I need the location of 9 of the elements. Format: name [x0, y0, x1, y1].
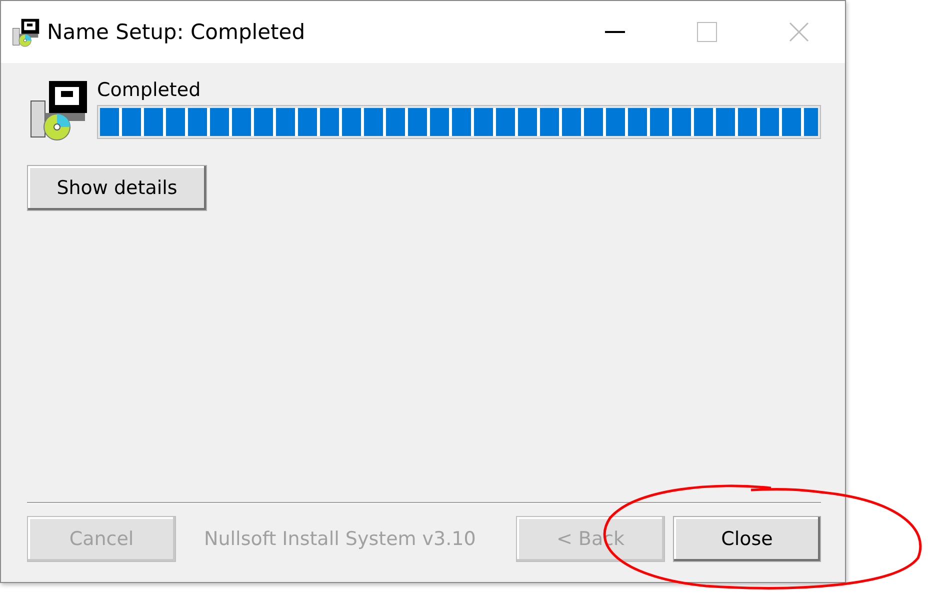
close-icon [789, 22, 809, 42]
minimize-icon [605, 31, 625, 33]
status-text: Completed [97, 79, 202, 101]
branding-text: Nullsoft Install System v3.10 [204, 528, 476, 550]
close-button[interactable]: Close [673, 516, 821, 562]
show-details-button[interactable]: Show details [27, 165, 207, 211]
window-title: Name Setup: Completed [47, 20, 306, 44]
maximize-icon [697, 22, 717, 42]
installer-icon [11, 17, 41, 47]
